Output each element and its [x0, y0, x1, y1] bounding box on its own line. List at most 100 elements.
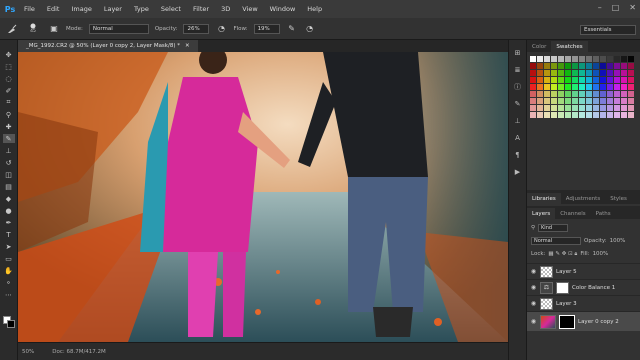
tab-layers[interactable]: Layers — [527, 208, 556, 219]
swatch-cell[interactable] — [593, 63, 599, 69]
swatch-cell[interactable] — [537, 91, 543, 97]
menu-image[interactable]: Image — [65, 5, 97, 13]
swatch-cell[interactable] — [551, 112, 557, 118]
swatch-cell[interactable] — [530, 105, 536, 111]
swatch-cell[interactable] — [572, 70, 578, 76]
swatch-cell[interactable] — [558, 84, 564, 90]
menu-layer[interactable]: Layer — [98, 5, 128, 13]
kind-filter-dropdown[interactable]: Kind — [538, 224, 569, 232]
swatch-cell[interactable] — [579, 63, 585, 69]
menu-view[interactable]: View — [236, 5, 263, 13]
swatch-cell[interactable] — [544, 91, 550, 97]
menu-file[interactable]: File — [18, 5, 41, 13]
swatch-cell[interactable] — [551, 63, 557, 69]
type-tool-icon[interactable]: T — [3, 230, 15, 239]
more-tools-icon[interactable]: ⋯ — [3, 290, 15, 299]
swatch-cell[interactable] — [579, 112, 585, 118]
move-tool-icon[interactable]: ✥ — [3, 50, 15, 59]
swatch-cell[interactable] — [572, 112, 578, 118]
tab-styles[interactable]: Styles — [605, 193, 632, 204]
swatch-cell[interactable] — [537, 77, 543, 83]
swatch-cell[interactable] — [537, 84, 543, 90]
swatch-cell[interactable] — [593, 56, 599, 62]
menu-window[interactable]: Window — [264, 5, 302, 13]
swatch-cell[interactable] — [621, 91, 627, 97]
swatch-cell[interactable] — [530, 91, 536, 97]
close-window-button[interactable]: ✕ — [629, 3, 636, 12]
swatch-cell[interactable] — [572, 84, 578, 90]
swatch-cell[interactable] — [600, 70, 606, 76]
clone-source-icon[interactable]: ⊥ — [513, 116, 523, 126]
document-tab[interactable]: _MG_1992.CR2 @ 50% (Layer 0 copy 2, Laye… — [18, 40, 198, 52]
swatch-cell[interactable] — [544, 77, 550, 83]
swatch-cell[interactable] — [537, 63, 543, 69]
pen-tool-icon[interactable]: ✒ — [3, 218, 15, 227]
visibility-eye-icon[interactable]: ◉ — [530, 284, 537, 291]
brush-panel-icon[interactable]: ✎ — [513, 99, 523, 109]
opacity-input[interactable]: 26% — [183, 23, 210, 34]
swatch-cell[interactable] — [551, 91, 557, 97]
swatch-cell[interactable] — [614, 70, 620, 76]
quick-select-tool-icon[interactable]: ✐ — [3, 86, 15, 95]
swatch-cell[interactable] — [614, 77, 620, 83]
history-brush-tool-icon[interactable]: ↺ — [3, 158, 15, 167]
clone-stamp-tool-icon[interactable]: ⊥ — [3, 146, 15, 155]
swatch-cell[interactable] — [537, 105, 543, 111]
shape-tool-icon[interactable]: ▭ — [3, 254, 15, 263]
swatch-cell[interactable] — [614, 105, 620, 111]
swatch-cell[interactable] — [572, 77, 578, 83]
swatch-cell[interactable] — [586, 91, 592, 97]
swatch-cell[interactable] — [572, 91, 578, 97]
swatch-cell[interactable] — [544, 56, 550, 62]
swatch-cell[interactable] — [586, 63, 592, 69]
swatch-cell[interactable] — [607, 98, 613, 104]
swatch-cell[interactable] — [628, 91, 634, 97]
swatch-cell[interactable] — [579, 84, 585, 90]
tab-color[interactable]: Color — [527, 41, 551, 52]
swatch-cell[interactable] — [628, 105, 634, 111]
swatch-cell[interactable] — [572, 56, 578, 62]
marquee-tool-icon[interactable]: ⬚ — [3, 62, 15, 71]
swatch-cell[interactable] — [600, 105, 606, 111]
swatch-cell[interactable] — [565, 91, 571, 97]
swatch-cell[interactable] — [614, 112, 620, 118]
swatch-cell[interactable] — [544, 84, 550, 90]
swatch-cell[interactable] — [530, 70, 536, 76]
swatch-cell[interactable] — [586, 98, 592, 104]
swatch-cell[interactable] — [621, 105, 627, 111]
swatch-cell[interactable] — [558, 70, 564, 76]
swatch-cell[interactable] — [530, 77, 536, 83]
eyedropper-tool-icon[interactable]: ⚲ — [3, 110, 15, 119]
tab-libraries[interactable]: Libraries — [527, 193, 561, 204]
menu-filter[interactable]: Filter — [187, 5, 215, 13]
swatch-cell[interactable] — [621, 63, 627, 69]
swatch-cell[interactable] — [628, 56, 634, 62]
close-document-icon[interactable]: ✕ — [185, 43, 190, 49]
swatch-cell[interactable] — [551, 56, 557, 62]
swatch-cell[interactable] — [586, 56, 592, 62]
swatch-cell[interactable] — [621, 84, 627, 90]
minimize-button[interactable]: – — [598, 3, 602, 12]
document-canvas[interactable] — [18, 52, 508, 342]
swatch-cell[interactable] — [614, 91, 620, 97]
brush-panel-icon[interactable]: ▣ — [48, 23, 60, 35]
swatch-cell[interactable] — [593, 84, 599, 90]
swatch-cell[interactable] — [544, 105, 550, 111]
swatch-cell[interactable] — [607, 56, 613, 62]
swatch-cell[interactable] — [551, 98, 557, 104]
gradient-tool-icon[interactable]: ▤ — [3, 182, 15, 191]
swatch-cell[interactable] — [572, 105, 578, 111]
swatch-cell[interactable] — [558, 105, 564, 111]
swatch-cell[interactable] — [607, 77, 613, 83]
swatch-cell[interactable] — [551, 70, 557, 76]
swatch-cell[interactable] — [628, 98, 634, 104]
swatch-cell[interactable] — [558, 63, 564, 69]
swatch-cell[interactable] — [537, 56, 543, 62]
swatch-cell[interactable] — [621, 77, 627, 83]
swatch-cell[interactable] — [558, 77, 564, 83]
swatch-cell[interactable] — [558, 91, 564, 97]
swatch-cell[interactable] — [614, 84, 620, 90]
swatch-cell[interactable] — [621, 98, 627, 104]
swatch-cell[interactable] — [607, 70, 613, 76]
healing-brush-tool-icon[interactable]: ✚ — [3, 122, 15, 131]
